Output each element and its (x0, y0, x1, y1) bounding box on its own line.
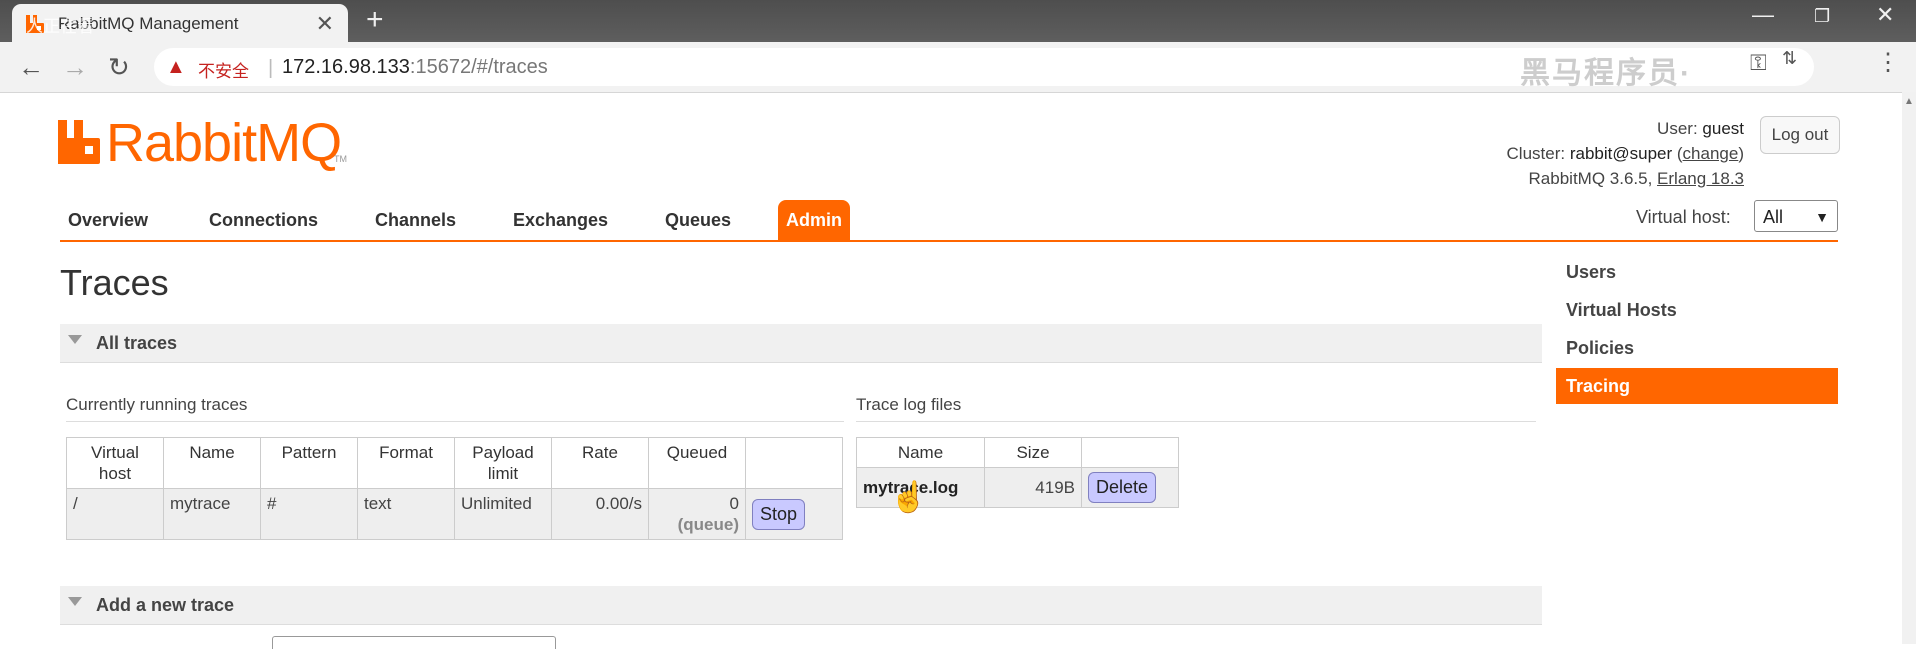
url-host: 172.16.98.133 (282, 56, 410, 78)
cell-name: mytrace (163, 488, 261, 540)
minimize-icon[interactable]: — (1752, 2, 1774, 28)
translate-icon[interactable]: ⇅ (1782, 48, 1797, 69)
tab-admin[interactable]: Admin (778, 200, 850, 240)
user-label: User: (1657, 119, 1698, 138)
all-traces-label: All traces (96, 333, 178, 353)
url-path: :15672/#/traces (409, 56, 548, 78)
page-scrollbar[interactable]: ▲ (1902, 92, 1916, 644)
logo-trademark: TM (334, 154, 347, 164)
collapse-triangle-icon (68, 597, 82, 606)
cell-log-size: 419B (984, 467, 1082, 508)
cell-actions: Stop (745, 488, 843, 540)
main-nav: Overview Connections Channels Exchanges … (60, 200, 1838, 242)
running-traces-table: Virtual host Name Pattern Format Payload… (66, 437, 843, 540)
col-name: Name (163, 437, 261, 489)
erlang-version: Erlang 18.3 (1657, 169, 1744, 188)
col-format: Format (357, 437, 455, 489)
sidebar-item-users[interactable]: Users (1556, 254, 1838, 290)
vhost-label: Virtual host: (1636, 207, 1731, 227)
queued-unit: (queue) (677, 515, 739, 534)
forward-icon[interactable]: → (62, 52, 88, 83)
scroll-up-icon[interactable]: ▲ (1904, 96, 1914, 107)
cluster-value: rabbit@super (1569, 144, 1673, 163)
user-value: guest (1702, 119, 1744, 138)
sidebar-item-virtual-hosts[interactable]: Virtual Hosts (1556, 292, 1838, 328)
table-header-row: Name Size (856, 437, 1179, 468)
running-traces-label: Currently running traces (66, 395, 844, 422)
omnibox-divider: | (268, 57, 274, 79)
cluster-line: Cluster: rabbit@super (change) (1506, 144, 1744, 163)
version-text: RabbitMQ 3.6.5, (1528, 169, 1653, 188)
col-actions (745, 437, 843, 489)
key-icon[interactable]: ⚿ (1750, 50, 1767, 76)
vhost-selected-value: All (1763, 207, 1784, 227)
col-rate: Rate (551, 437, 649, 489)
tab-overview[interactable]: Overview (68, 210, 148, 231)
user-line: User: guest (1507, 116, 1744, 141)
queued-value: 0 (729, 494, 739, 513)
logo-text: RabbitMQ (106, 113, 342, 173)
restore-icon[interactable]: ❐ (1814, 6, 1830, 27)
browser-menu-icon[interactable]: ⋮ (1876, 48, 1900, 77)
all-traces-section-header[interactable]: All traces (60, 324, 1542, 363)
address-bar: ← → ↻ ▲ 不安全 | 172.16.98.133:15672/#/trac… (0, 42, 1916, 93)
sidebar-item-tracing[interactable]: Tracing (1556, 368, 1838, 404)
page-title: Traces (60, 262, 169, 303)
sidebar-item-policies[interactable]: Policies (1556, 330, 1838, 366)
col-payload-limit: Payload limit (454, 437, 552, 489)
cell-vhost: / (66, 488, 164, 540)
dropdown-arrow-icon: ▼ (1815, 209, 1829, 225)
add-trace-section-header[interactable]: Add a new trace (60, 586, 1542, 625)
window-close-icon[interactable]: ✕ (1876, 2, 1894, 28)
cell-pattern: # (260, 488, 358, 540)
reload-icon[interactable]: ↻ (108, 52, 130, 83)
cluster-change-link[interactable]: change (1683, 144, 1739, 163)
channel-watermark: 黑马程序员· (1520, 57, 1692, 90)
cell-format: text (357, 488, 455, 540)
trace-log-files-label: Trace log files (856, 395, 1536, 422)
new-tab-icon[interactable]: + (366, 3, 384, 37)
col-log-name: Name (856, 437, 985, 468)
rabbitmq-logo-icon (58, 120, 100, 164)
rabbitmq-logo: RabbitMQ TM (58, 112, 358, 173)
cell-payload-limit: Unlimited (454, 488, 552, 540)
tab-close-icon[interactable]: ✕ (316, 11, 334, 37)
insecure-label[interactable]: 不安全 (198, 57, 249, 82)
user-info: User: guest Cluster: rabbit@super (chang… (1507, 116, 1744, 191)
url-text: 172.16.98.133:15672/#/traces (282, 56, 548, 79)
tab-queues[interactable]: Queues (665, 210, 731, 231)
back-icon[interactable]: ← (18, 52, 44, 83)
collapse-triangle-icon (68, 335, 82, 344)
cell-rate: 0.00/s (551, 488, 649, 540)
stop-trace-button[interactable]: Stop (752, 498, 806, 530)
col-log-size: Size (984, 437, 1082, 468)
cell-queued: 0 (queue) (648, 488, 746, 540)
tab-connections[interactable]: Connections (209, 210, 318, 231)
viewer-overlay-text: 人正在看 (26, 17, 94, 36)
col-log-actions (1081, 437, 1179, 468)
cluster-label: Cluster: (1506, 144, 1566, 163)
table-row: / mytrace # text Unlimited 0.00/s 0 (que… (66, 488, 843, 540)
browser-titlebar: RabbitMQ Management ✕ 人正在看 + — ❐ ✕ (0, 0, 1916, 42)
add-trace-label: Add a new trace (96, 595, 235, 615)
col-virtual-host: Virtual host (66, 437, 164, 489)
vhost-select[interactable]: All ▼ (1754, 200, 1838, 232)
trace-name-input[interactable] (272, 636, 556, 649)
warning-icon: ▲ (166, 56, 186, 78)
col-queued: Queued (648, 437, 746, 489)
tab-exchanges[interactable]: Exchanges (513, 210, 608, 231)
table-header-row: Virtual host Name Pattern Format Payload… (66, 437, 843, 489)
cell-log-actions: Delete (1081, 467, 1179, 508)
logout-button[interactable]: Log out (1760, 116, 1840, 154)
tab-channels[interactable]: Channels (375, 210, 456, 231)
col-pattern: Pattern (260, 437, 358, 489)
version-line: RabbitMQ 3.6.5, Erlang 18.3 (1507, 166, 1744, 191)
delete-log-button[interactable]: Delete (1088, 472, 1157, 503)
hand-cursor-icon: ☝ (890, 481, 928, 514)
